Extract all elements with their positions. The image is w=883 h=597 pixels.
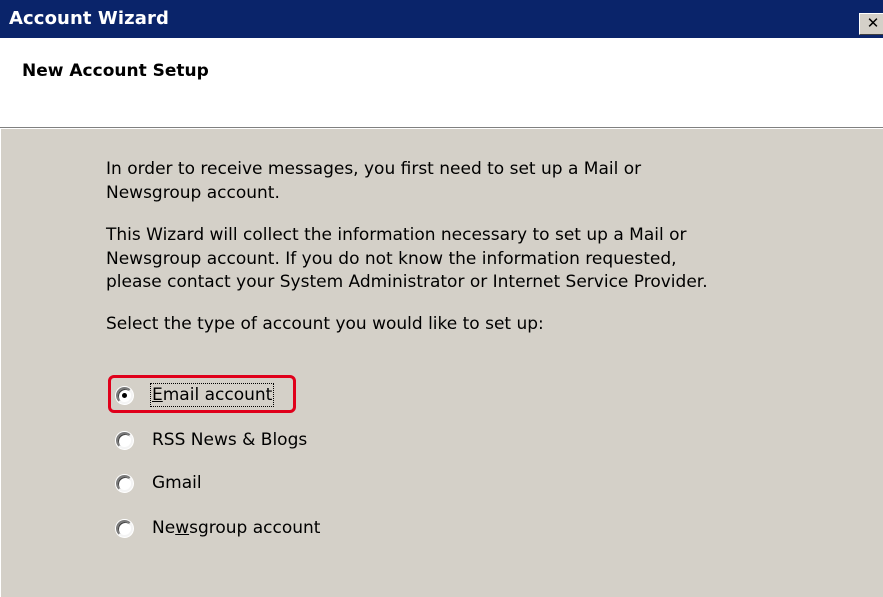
gmail-label[interactable]: Gmail <box>152 471 202 495</box>
label-text: mail account <box>162 385 273 405</box>
close-icon: ✕ <box>866 14 880 32</box>
wizard-info-text: This Wizard will collect the information… <box>106 225 708 292</box>
accelerator-key: w <box>175 518 190 538</box>
header-divider <box>0 128 883 129</box>
radio-button-icon[interactable] <box>116 520 133 537</box>
accelerator-key: E <box>152 385 163 405</box>
title-bar[interactable]: Account Wizard ✕ <box>0 0 883 38</box>
newsgroup-account-label[interactable]: Newsgroup account <box>152 516 320 540</box>
email-account-label[interactable]: Email account <box>150 383 275 407</box>
label-text: sgroup account <box>189 518 321 538</box>
account-type-prompt: Select the type of account you would lik… <box>106 314 544 334</box>
radio-button-icon[interactable] <box>116 387 133 404</box>
intro-text: In order to receive messages, you first … <box>106 159 642 203</box>
radio-selected-dot <box>122 393 127 398</box>
dialog-left-edge <box>0 129 1 597</box>
radio-button-icon[interactable] <box>116 432 133 449</box>
window-title: Account Wizard <box>9 8 169 29</box>
wizard-header: New Account Setup <box>0 38 883 128</box>
radio-button-icon[interactable] <box>116 475 133 492</box>
close-button[interactable]: ✕ <box>859 13 883 35</box>
label-text: Ne <box>152 518 176 538</box>
rss-news-blogs-label[interactable]: RSS News & Blogs <box>152 428 307 452</box>
account-wizard-window: Account Wizard ✕ New Account Setup In or… <box>0 0 883 597</box>
page-title: New Account Setup <box>22 61 209 81</box>
